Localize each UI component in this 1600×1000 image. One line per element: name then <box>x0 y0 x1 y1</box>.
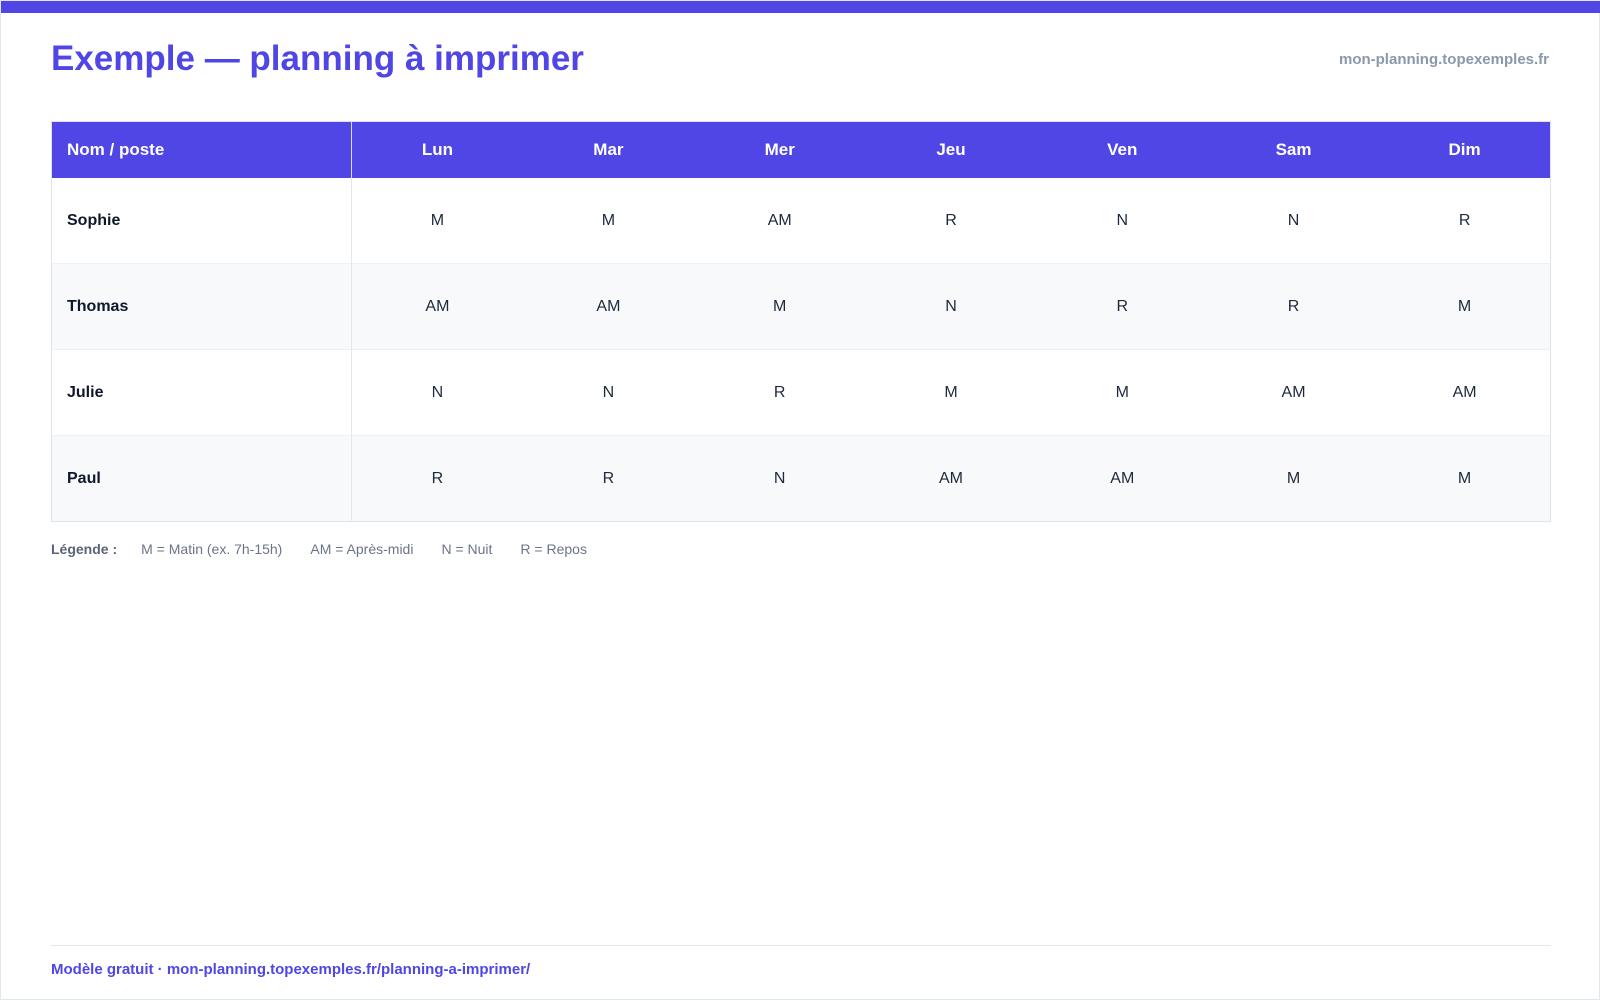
shift-cell: M <box>430 211 445 229</box>
document-page: Exemple — planning à imprimer mon-planni… <box>0 0 1600 1000</box>
shift-cell: M <box>1379 435 1551 522</box>
legend-title: Légende : <box>51 541 118 557</box>
shift-cell: N <box>694 435 866 522</box>
legend-item: AM = Après-midi <box>310 541 414 557</box>
header-row: Nom / poste Lun Mar Mer Jeu Ven Sam Dim <box>51 121 1551 178</box>
shift-cell: AM <box>351 263 523 350</box>
shift-cell: M <box>601 211 616 229</box>
table-row: Paul R R N AM AM M M <box>51 435 1551 522</box>
shift-cell: AM <box>1379 349 1551 436</box>
employee-name: Paul <box>51 435 352 522</box>
table-row: Thomas AM AM M N R R M <box>51 263 1551 350</box>
column-header-day: Ven <box>1036 121 1208 178</box>
employee-name: Sophie <box>51 178 352 264</box>
shift-cell: M <box>865 349 1037 436</box>
shift-cell: AM <box>865 435 1037 522</box>
shift-cell: R <box>945 211 957 229</box>
planning-table: Nom / poste Lun Mar Mer Jeu Ven Sam Dim … <box>51 121 1551 522</box>
shift-cell: AM <box>1207 349 1380 436</box>
shift-cell: N <box>351 349 523 436</box>
shift-cell: AM <box>1036 435 1208 522</box>
shift-cell: N <box>1116 211 1129 229</box>
accent-top-bar <box>1 1 1600 13</box>
shift-cell: N <box>522 349 695 436</box>
column-header-day: Sam <box>1207 121 1380 178</box>
column-header-name: Nom / poste <box>51 121 352 178</box>
column-header-day: Mer <box>694 121 866 178</box>
shift-cell: R <box>1458 211 1471 229</box>
legend-item: R = Repos <box>520 541 587 557</box>
employee-name: Thomas <box>51 263 352 350</box>
shift-cell: R <box>1207 263 1380 350</box>
shift-cell: R <box>351 435 523 522</box>
shift-cell: M <box>1379 263 1551 350</box>
legend: Légende : M = Matin (ex. 7h-15h) AM = Ap… <box>51 541 587 557</box>
shift-cell: AM <box>767 211 792 229</box>
table-row: Sophie M M AM R N N R <box>51 178 1551 264</box>
employee-name: Julie <box>51 349 352 436</box>
shift-cell: M <box>694 263 866 350</box>
shift-cell: R <box>1036 263 1208 350</box>
shift-cell: M <box>1207 435 1380 522</box>
shift-cell: AM <box>522 263 695 350</box>
footer-divider <box>51 945 1551 946</box>
page-title: Exemple — planning à imprimer <box>51 39 584 78</box>
table-row: Julie N N R M M AM AM <box>51 349 1551 436</box>
column-header-day: Mar <box>522 121 695 178</box>
shift-cell: M <box>1036 349 1208 436</box>
shift-cell: R <box>694 349 866 436</box>
shift-cell: R <box>522 435 695 522</box>
column-header-day: Jeu <box>865 121 1037 178</box>
column-header-day: Dim <box>1379 121 1551 178</box>
legend-item: M = Matin (ex. 7h-15h) <box>141 541 283 557</box>
legend-item: N = Nuit <box>441 541 493 557</box>
shift-cell: N <box>1287 211 1300 229</box>
footer-text: Modèle gratuit · mon-planning.topexemple… <box>51 961 531 978</box>
site-url: mon-planning.topexemples.fr <box>1338 51 1549 68</box>
shift-cell: N <box>865 263 1037 350</box>
column-header-day: Lun <box>351 121 523 178</box>
